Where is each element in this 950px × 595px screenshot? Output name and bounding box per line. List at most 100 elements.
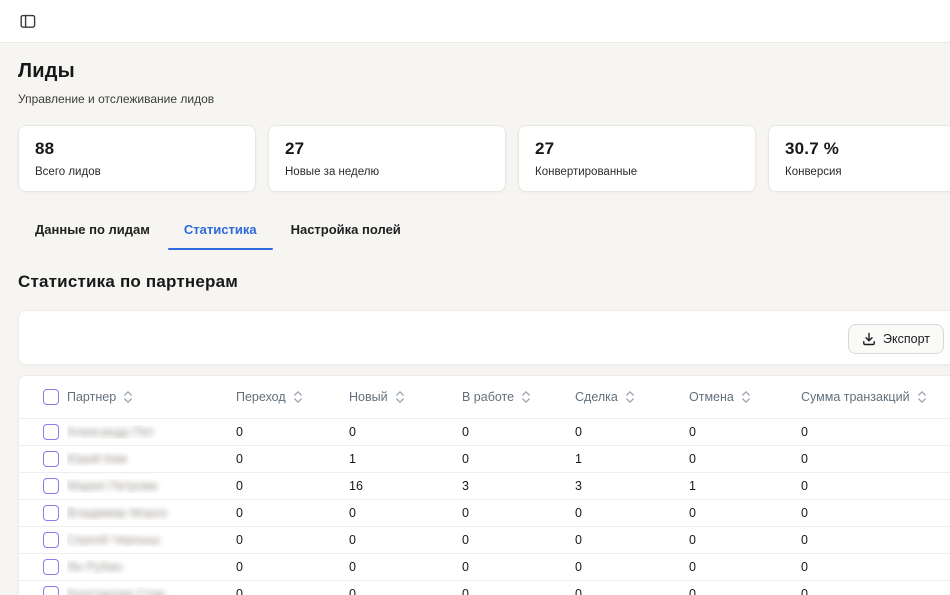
column-header-label: Сумма транзакций (801, 390, 910, 404)
cell-value: 0 (462, 452, 575, 466)
row-checkbox[interactable] (43, 478, 59, 494)
column-header-label: Переход (236, 390, 286, 404)
partner-name-redacted: Александр Пет (67, 425, 154, 439)
row-checkbox[interactable] (43, 424, 59, 440)
sort-icon[interactable] (521, 390, 531, 404)
cell-value: 0 (236, 506, 349, 520)
column-header-label: Отмена (689, 390, 734, 404)
cell-value: 3 (575, 479, 689, 493)
partner-name-redacted: Юрий Ким (67, 452, 127, 466)
table-toolbar: Экспорт (18, 310, 950, 365)
download-icon (862, 332, 876, 346)
cell-value: 0 (689, 560, 801, 574)
stat-value: 27 (285, 139, 489, 159)
table-row: Константин Стар 000000 (19, 580, 950, 595)
row-checkbox[interactable] (43, 559, 59, 575)
sort-icon[interactable] (293, 390, 303, 404)
column-header[interactable]: Сумма транзакций (801, 390, 950, 404)
cell-value: 0 (236, 425, 349, 439)
stat-label: Конверсия (785, 166, 950, 178)
tab-lead-data[interactable]: Данные по лидам (18, 214, 167, 250)
column-header[interactable]: Новый (349, 390, 462, 404)
cell-value: 1 (689, 479, 801, 493)
stat-card-conversion: 30.7 % Конверсия (768, 125, 950, 192)
column-header-label: В работе (462, 390, 514, 404)
tab-statistics[interactable]: Статистика (167, 214, 274, 250)
row-checkbox-cell (19, 478, 67, 494)
page-title: Лиды (18, 60, 950, 83)
cell-value: 0 (689, 587, 801, 595)
tabs-bar: Данные по лидам Статистика Настройка пол… (18, 214, 950, 250)
cell-value: 0 (689, 425, 801, 439)
stat-label: Всего лидов (35, 166, 239, 178)
row-checkbox-cell (19, 532, 67, 548)
cell-value: 1 (349, 452, 462, 466)
sort-icon[interactable] (123, 390, 133, 404)
row-checkbox[interactable] (43, 532, 59, 548)
column-header[interactable]: Переход (236, 390, 349, 404)
cell-value: 0 (236, 587, 349, 595)
cell-value: 0 (462, 587, 575, 595)
export-button-label: Экспорт (883, 332, 930, 346)
cell-value: 3 (462, 479, 575, 493)
sort-icon[interactable] (625, 390, 635, 404)
partner-cell: Мария Петрова (67, 479, 236, 493)
column-header[interactable]: В работе (462, 390, 575, 404)
row-checkbox[interactable] (43, 451, 59, 467)
partner-name-redacted: Владимир Мороз (67, 506, 167, 520)
cell-value: 0 (349, 560, 462, 574)
cell-value: 0 (689, 533, 801, 547)
row-checkbox[interactable] (43, 505, 59, 521)
stat-card-converted: 27 Конвертированные (518, 125, 756, 192)
stat-card-new-week: 27 Новые за неделю (268, 125, 506, 192)
partner-cell: Юрий Ким (67, 452, 236, 466)
column-header[interactable]: Отмена (689, 390, 801, 404)
cell-value: 0 (801, 533, 950, 547)
sort-icon[interactable] (917, 390, 927, 404)
cell-value: 0 (801, 560, 950, 574)
cell-value: 0 (801, 479, 950, 493)
stat-value: 27 (535, 139, 739, 159)
cell-value: 0 (801, 452, 950, 466)
row-checkbox[interactable] (43, 586, 59, 595)
stat-card-total-leads: 88 Всего лидов (18, 125, 256, 192)
partner-cell: Владимир Мороз (67, 506, 236, 520)
cell-value: 0 (236, 533, 349, 547)
cell-value: 0 (349, 533, 462, 547)
cell-value: 0 (575, 560, 689, 574)
column-header-label: Партнер (67, 390, 116, 404)
cell-value: 0 (575, 533, 689, 547)
table-row: Владимир Мороз 000000 (19, 499, 950, 526)
stat-label: Новые за неделю (285, 166, 489, 178)
cell-value: 0 (801, 506, 950, 520)
cell-value: 0 (575, 506, 689, 520)
stat-value: 88 (35, 139, 239, 159)
cell-value: 0 (462, 506, 575, 520)
partner-name-redacted: Ян Рубин (67, 560, 122, 574)
cell-value: 0 (349, 425, 462, 439)
partner-name-redacted: Мария Петрова (67, 479, 157, 493)
column-header[interactable]: Партнер (67, 390, 236, 404)
cell-value: 0 (575, 425, 689, 439)
panel-left-icon (20, 14, 36, 29)
cell-value: 0 (462, 425, 575, 439)
section-title: Статистика по партнерам (18, 272, 950, 292)
cell-value: 0 (801, 425, 950, 439)
table-row: Александр Пет 000000 (19, 418, 950, 445)
cell-value: 1 (575, 452, 689, 466)
sort-icon[interactable] (395, 390, 405, 404)
export-button[interactable]: Экспорт (848, 324, 944, 354)
table-header-row: Партнер Переход Новый В работе Сделка От… (19, 376, 950, 418)
row-checkbox-cell (19, 451, 67, 467)
partner-cell: Ян Рубин (67, 560, 236, 574)
cell-value: 0 (801, 587, 950, 595)
tab-field-settings[interactable]: Настройка полей (274, 214, 418, 250)
sidebar-toggle-button[interactable] (14, 7, 42, 35)
sort-icon[interactable] (741, 390, 751, 404)
select-all-checkbox[interactable] (43, 389, 59, 405)
main-content: Лиды Управление и отслеживание лидов 88 … (0, 60, 950, 595)
partner-name-redacted: Константин Стар (67, 587, 165, 595)
page-subtitle: Управление и отслеживание лидов (18, 92, 950, 106)
column-header-label: Сделка (575, 390, 618, 404)
column-header[interactable]: Сделка (575, 390, 689, 404)
